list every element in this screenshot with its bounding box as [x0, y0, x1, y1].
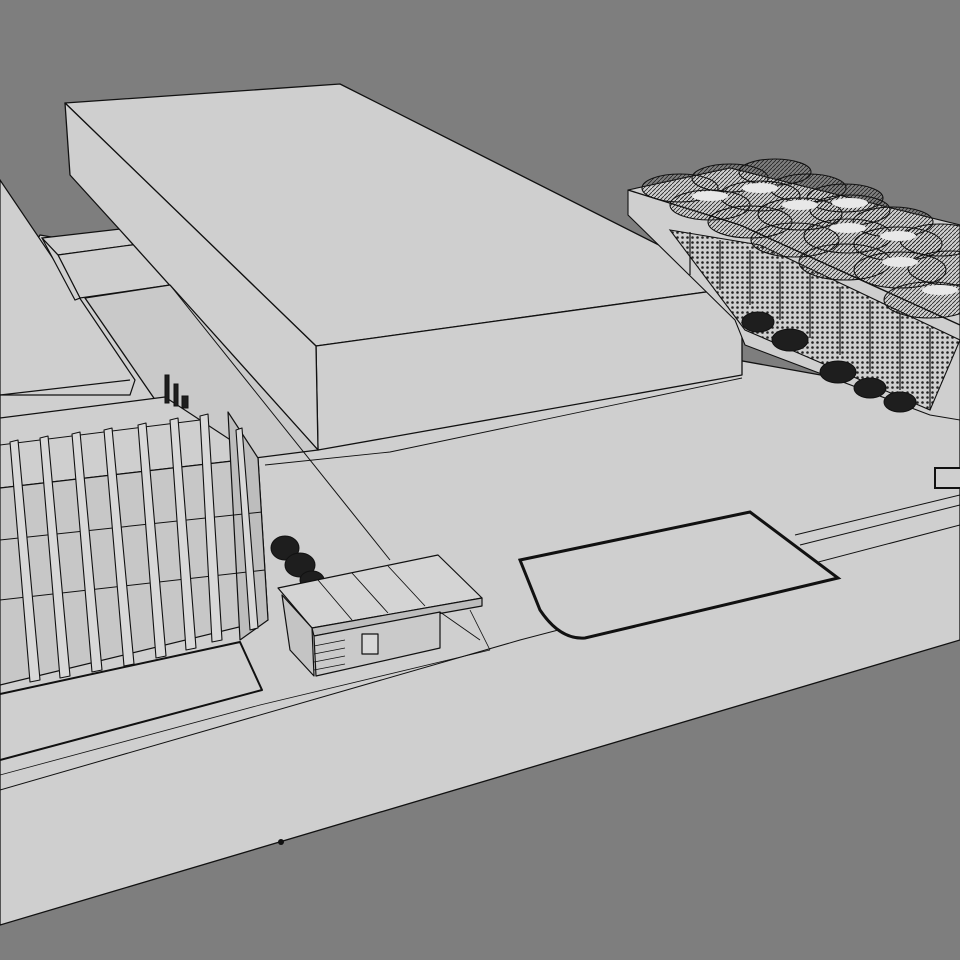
- model-viewport[interactable]: [0, 0, 960, 960]
- ground-marker: [278, 839, 284, 845]
- scene-canvas[interactable]: [0, 0, 960, 960]
- sign-pad: [934, 467, 960, 489]
- pavilion-door: [361, 633, 379, 655]
